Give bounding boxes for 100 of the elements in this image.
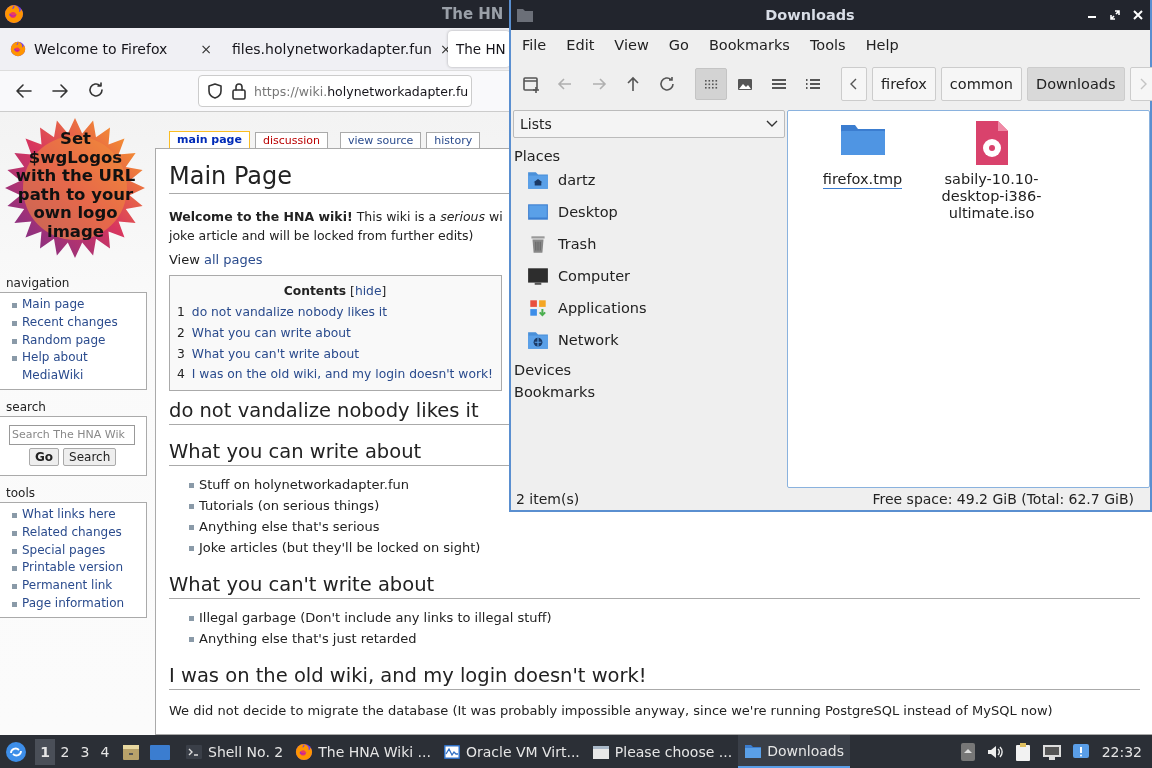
workspace-button[interactable]: 2 [55,738,75,765]
toc-link[interactable]: What you can't write about [191,343,360,365]
menu-item[interactable]: Bookmarks [698,37,800,53]
menu-item[interactable]: Edit [556,37,605,53]
sidebar-link[interactable]: Permanent link [22,577,113,595]
side-section-title[interactable]: Bookmarks [514,384,785,400]
path-button[interactable]: Downloads [1026,67,1125,101]
forward-icon[interactable] [50,81,70,101]
browser-tab[interactable]: Welcome to Firefox × [0,31,222,67]
sidebar-link[interactable]: Recent changes [22,313,118,332]
terminal-icon [185,742,203,761]
close-tab-button[interactable]: × [200,41,212,57]
sidebar-link[interactable]: Page information [22,594,125,613]
bullet-icon [12,303,17,308]
sidebar-link[interactable]: What links here [22,506,116,524]
hide-toggle[interactable]: [hide] [350,284,387,298]
side-section-title[interactable]: Devices [514,362,785,378]
bullet-icon [12,530,17,536]
reload-icon [657,74,677,94]
place-item[interactable]: Computer [513,260,785,292]
bullet-icon [12,548,17,554]
close-icon[interactable] [1132,9,1144,21]
list-item-text: Illegal garbage (Don't include any links to illegal stuff) [199,609,552,628]
workspace-button[interactable]: 3 [75,738,95,765]
taskbar-button[interactable]: Shell No. 2 [179,735,290,768]
workspace-button[interactable]: 4 [95,738,115,765]
toc-link[interactable]: What you can write about [191,322,351,344]
menu-item[interactable]: Help [855,37,909,53]
bullet-icon [12,320,17,326]
page-tab[interactable]: discussion [254,132,328,148]
clipboard-icon[interactable] [1013,741,1032,762]
bullet-icon [189,637,194,643]
bullet-icon [189,483,194,489]
bullet-icon [189,546,194,552]
body-paragraph: We did not decide to migrate the database (It was probably impossible anyway, since we're running PostgreSQL instead of MySQL now) [169,702,1053,721]
lock-icon [231,82,247,100]
url-field[interactable]: https://wiki.holynetworkadapter.fu [198,75,473,107]
menu-item[interactable]: File [512,37,557,53]
taskbar-button[interactable]: Oracle VM Virt... [436,735,586,768]
path-button[interactable]: firefox [872,67,936,101]
page-tab[interactable]: history [426,132,481,148]
search-button[interactable]: Search [63,448,117,466]
new-tab-icon [521,74,541,94]
window-title: Downloads [764,7,856,23]
sidebar-link[interactable]: Printable version [22,559,124,578]
toc-number: 3 [177,345,185,363]
bullet-icon [189,504,194,510]
side-pane-dropdown[interactable]: Lists [513,110,785,138]
sidebar-link[interactable]: Main page [22,296,85,314]
sidebar-link[interactable]: Related changes [22,523,122,542]
page-tab[interactable]: view source [339,132,422,148]
bullet-icon [12,566,17,572]
menu-item[interactable]: View [604,37,659,53]
browser-tab[interactable]: The HN [448,31,510,67]
bullet-icon [12,513,17,518]
firefox-icon [4,4,24,24]
maximize-icon[interactable] [1109,9,1121,21]
side-section-title[interactable]: Places [514,148,785,164]
menu-item[interactable]: Tools [799,37,856,53]
start-menu-icon[interactable] [5,740,27,763]
sidebar-link[interactable]: Help about MediaWiki [22,349,146,385]
portal-title: navigation [6,276,71,290]
toc-number: 1 [177,304,185,321]
taskbar-button[interactable]: Please choose ... [585,735,739,768]
list-item-text: Joke articles (but they'll be locked on sight) [199,539,481,558]
taskbar-button[interactable]: Downloads [738,735,850,768]
toc-link[interactable]: do not vandalize nobody likes it [191,302,388,323]
path-button[interactable]: common [940,67,1022,101]
place-item[interactable]: Desktop [513,196,785,228]
monitor-icon [527,265,549,287]
place-item[interactable]: Trash [513,228,785,260]
place-item[interactable]: dartz [513,164,785,196]
toc-number: 4 [177,366,185,384]
section-heading: What you can't write about [169,571,1140,600]
all-pages-link[interactable]: all pages [204,252,263,267]
shield-icon [206,82,224,100]
free-space: Free space: 49.2 GiB (Total: 62.7 GiB) [872,491,1134,507]
bullet-icon [12,338,17,344]
search-field[interactable]: Search The HNA Wik [9,425,135,445]
place-item[interactable]: Network [513,324,785,356]
workspace-button[interactable]: 1 [35,738,55,765]
go-button[interactable]: Go [29,448,60,466]
contents-title: Contents [283,284,347,298]
back-icon[interactable] [14,81,34,101]
bullet-icon [189,616,194,622]
page-tab[interactable]: main page [169,131,250,148]
bullet-icon [189,525,194,531]
toc-link[interactable]: I was on the old wiki, and my login doesn't work! [191,364,494,386]
list-item-text: Anything else that's serious [199,518,380,537]
sidebar-link[interactable]: Random page [22,331,106,350]
chevron-down-icon [766,120,778,128]
view-all-text: View all pages [169,251,263,269]
file-name[interactable]: firefox.tmp [822,171,903,189]
window-title: The HN [442,5,504,23]
place-item[interactable]: Applications [513,292,785,324]
menu-item[interactable]: Go [658,37,699,53]
monitor-graph-icon [442,742,461,761]
taskbar-button[interactable]: The HNA Wiki ... [289,735,437,768]
list-item-text: Tutorials (on serious things) [199,497,380,516]
sidebar-link[interactable]: Special pages [22,541,106,560]
